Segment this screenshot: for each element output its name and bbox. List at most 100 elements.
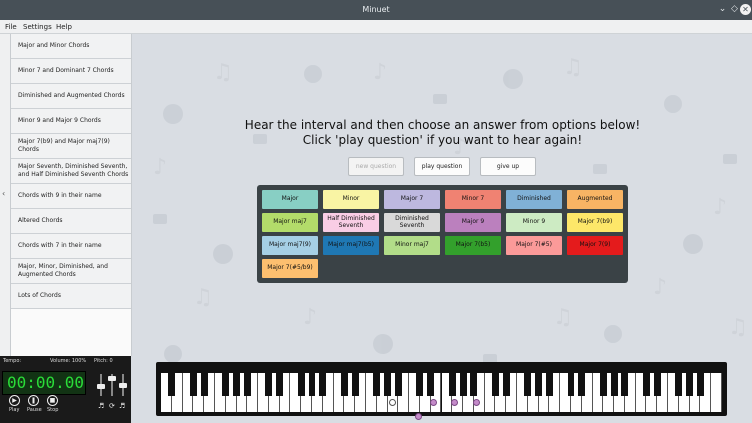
answer-button[interactable]: Minor bbox=[323, 190, 379, 209]
answer-button[interactable]: Major 7(9) bbox=[567, 236, 623, 255]
answer-button[interactable]: Major 7(b5) bbox=[445, 236, 501, 255]
black-key[interactable] bbox=[675, 373, 683, 396]
maximize-icon[interactable]: ◇ bbox=[729, 4, 740, 15]
black-key[interactable] bbox=[653, 373, 661, 396]
slider-handle[interactable] bbox=[108, 376, 116, 381]
minimize-icon[interactable]: ⌄ bbox=[717, 4, 728, 15]
black-key[interactable] bbox=[643, 373, 650, 396]
answer-button[interactable]: Minor 7 bbox=[445, 190, 501, 209]
black-key[interactable] bbox=[319, 373, 327, 396]
answer-button[interactable]: Augmented bbox=[567, 190, 623, 209]
sidebar-item[interactable]: Minor 9 and Major 9 Chords bbox=[11, 109, 131, 134]
sidebar-item[interactable]: Minor 7 and Dominant 7 Chords bbox=[11, 59, 131, 84]
pause-icon[interactable]: ❚ bbox=[28, 395, 39, 406]
black-key[interactable] bbox=[491, 373, 499, 396]
sidebar-item[interactable]: Chords with 7 in their name bbox=[11, 234, 131, 259]
answer-button[interactable]: Half Diminished Seventh bbox=[323, 213, 379, 232]
pitch-label: Pitch: 0 bbox=[94, 358, 113, 364]
black-key[interactable] bbox=[308, 373, 316, 396]
black-key[interactable] bbox=[394, 373, 402, 396]
speaker-icon[interactable]: ♬ bbox=[119, 402, 125, 410]
black-key[interactable] bbox=[545, 373, 553, 396]
answer-button[interactable]: Major 9 bbox=[445, 213, 501, 232]
slider-handle[interactable] bbox=[119, 383, 127, 388]
sidebar-item[interactable]: Diminished and Augmented Chords bbox=[11, 84, 131, 109]
answer-button[interactable]: Diminished Seventh bbox=[384, 213, 440, 232]
black-key[interactable] bbox=[340, 373, 348, 396]
svg-text:♫: ♫ bbox=[553, 305, 573, 330]
new-question-button[interactable]: new question bbox=[348, 157, 404, 176]
exercise-sidebar: Major and Minor Chords Minor 7 and Domin… bbox=[11, 34, 132, 356]
black-key[interactable] bbox=[297, 373, 305, 396]
sidebar-item[interactable]: Altered Chords bbox=[11, 209, 131, 234]
black-key[interactable] bbox=[384, 373, 391, 396]
answer-button[interactable]: Major 7(#5/b9) bbox=[262, 259, 318, 278]
black-key[interactable] bbox=[535, 373, 543, 396]
stop-icon[interactable]: ■ bbox=[47, 395, 58, 406]
black-key[interactable] bbox=[567, 373, 575, 396]
black-key[interactable] bbox=[696, 373, 704, 396]
white-key[interactable] bbox=[711, 373, 722, 412]
tempo-label: Tempo: bbox=[3, 358, 22, 364]
black-key[interactable] bbox=[189, 373, 197, 396]
time-display: 00:00.00 bbox=[2, 371, 86, 395]
play-question-button[interactable]: play question bbox=[414, 157, 470, 176]
piano-keyboard bbox=[156, 362, 727, 420]
play-label: Play bbox=[9, 407, 20, 413]
black-key[interactable] bbox=[222, 373, 230, 396]
sidebar-item[interactable]: Major and Minor Chords bbox=[11, 34, 131, 59]
menu-settings[interactable]: Settings bbox=[23, 23, 52, 31]
tempo-icon: ♬ bbox=[98, 402, 105, 410]
black-key[interactable] bbox=[243, 373, 251, 396]
black-key[interactable] bbox=[610, 373, 618, 396]
black-key[interactable] bbox=[459, 373, 467, 396]
sidebar-toggle-strip[interactable]: ‹ bbox=[0, 34, 11, 356]
black-key[interactable] bbox=[524, 373, 532, 396]
black-key[interactable] bbox=[373, 373, 381, 396]
close-icon[interactable]: ✕ bbox=[740, 4, 751, 15]
black-key[interactable] bbox=[168, 373, 176, 396]
black-key[interactable] bbox=[427, 373, 435, 396]
black-key[interactable] bbox=[448, 373, 456, 396]
chevron-left-icon[interactable]: ‹ bbox=[2, 189, 5, 198]
answer-button[interactable]: Minor maj7 bbox=[384, 236, 440, 255]
answer-button[interactable]: Minor 9 bbox=[506, 213, 562, 232]
sidebar-item[interactable]: Chords with 9 in their name bbox=[11, 184, 131, 209]
menu-file[interactable]: File bbox=[5, 23, 17, 31]
answer-button[interactable]: Major 7 bbox=[384, 190, 440, 209]
sidebar-item[interactable]: Major Seventh, Diminished Seventh, and H… bbox=[11, 159, 131, 184]
sidebar-item[interactable]: Major 7(b9) and Major maj7(9) Chords bbox=[11, 134, 131, 159]
menu-help[interactable]: Help bbox=[56, 23, 72, 31]
black-key[interactable] bbox=[470, 373, 478, 396]
black-key[interactable] bbox=[200, 373, 208, 396]
sidebar-item[interactable]: Major, Minor, Diminished, and Augmented … bbox=[11, 259, 131, 284]
volume-slider[interactable] bbox=[108, 374, 116, 396]
answer-button[interactable]: Diminished bbox=[506, 190, 562, 209]
black-key[interactable] bbox=[276, 373, 284, 396]
black-key[interactable] bbox=[621, 373, 629, 396]
black-key[interactable] bbox=[265, 373, 273, 396]
black-key[interactable] bbox=[578, 373, 586, 396]
answer-button[interactable]: Major bbox=[262, 190, 318, 209]
give-up-button[interactable]: give up bbox=[480, 157, 536, 176]
answer-button[interactable]: Major maj7(9) bbox=[262, 236, 318, 255]
reset-icon[interactable]: ⟳ bbox=[109, 402, 115, 410]
play-icon[interactable]: ▶ bbox=[9, 395, 20, 406]
svg-text:♪: ♪ bbox=[713, 195, 727, 220]
black-key[interactable] bbox=[233, 373, 240, 396]
black-key[interactable] bbox=[502, 373, 510, 396]
answer-button[interactable]: Major maj7 bbox=[262, 213, 318, 232]
black-key[interactable] bbox=[351, 373, 359, 396]
answer-button[interactable]: Major maj7(b5) bbox=[323, 236, 379, 255]
answer-button[interactable]: Major 7(b9) bbox=[567, 213, 623, 232]
svg-text:♫: ♫ bbox=[563, 55, 583, 80]
svg-text:♫: ♫ bbox=[728, 315, 748, 340]
answer-button[interactable]: Major 7(#5) bbox=[506, 236, 562, 255]
slider-handle[interactable] bbox=[97, 384, 105, 389]
black-key[interactable] bbox=[686, 373, 694, 396]
sidebar-item[interactable]: Lots of Chords bbox=[11, 284, 131, 309]
tempo-slider[interactable] bbox=[97, 374, 105, 396]
black-key[interactable] bbox=[599, 373, 607, 396]
pitch-slider[interactable] bbox=[119, 374, 127, 396]
black-key[interactable] bbox=[416, 373, 424, 396]
